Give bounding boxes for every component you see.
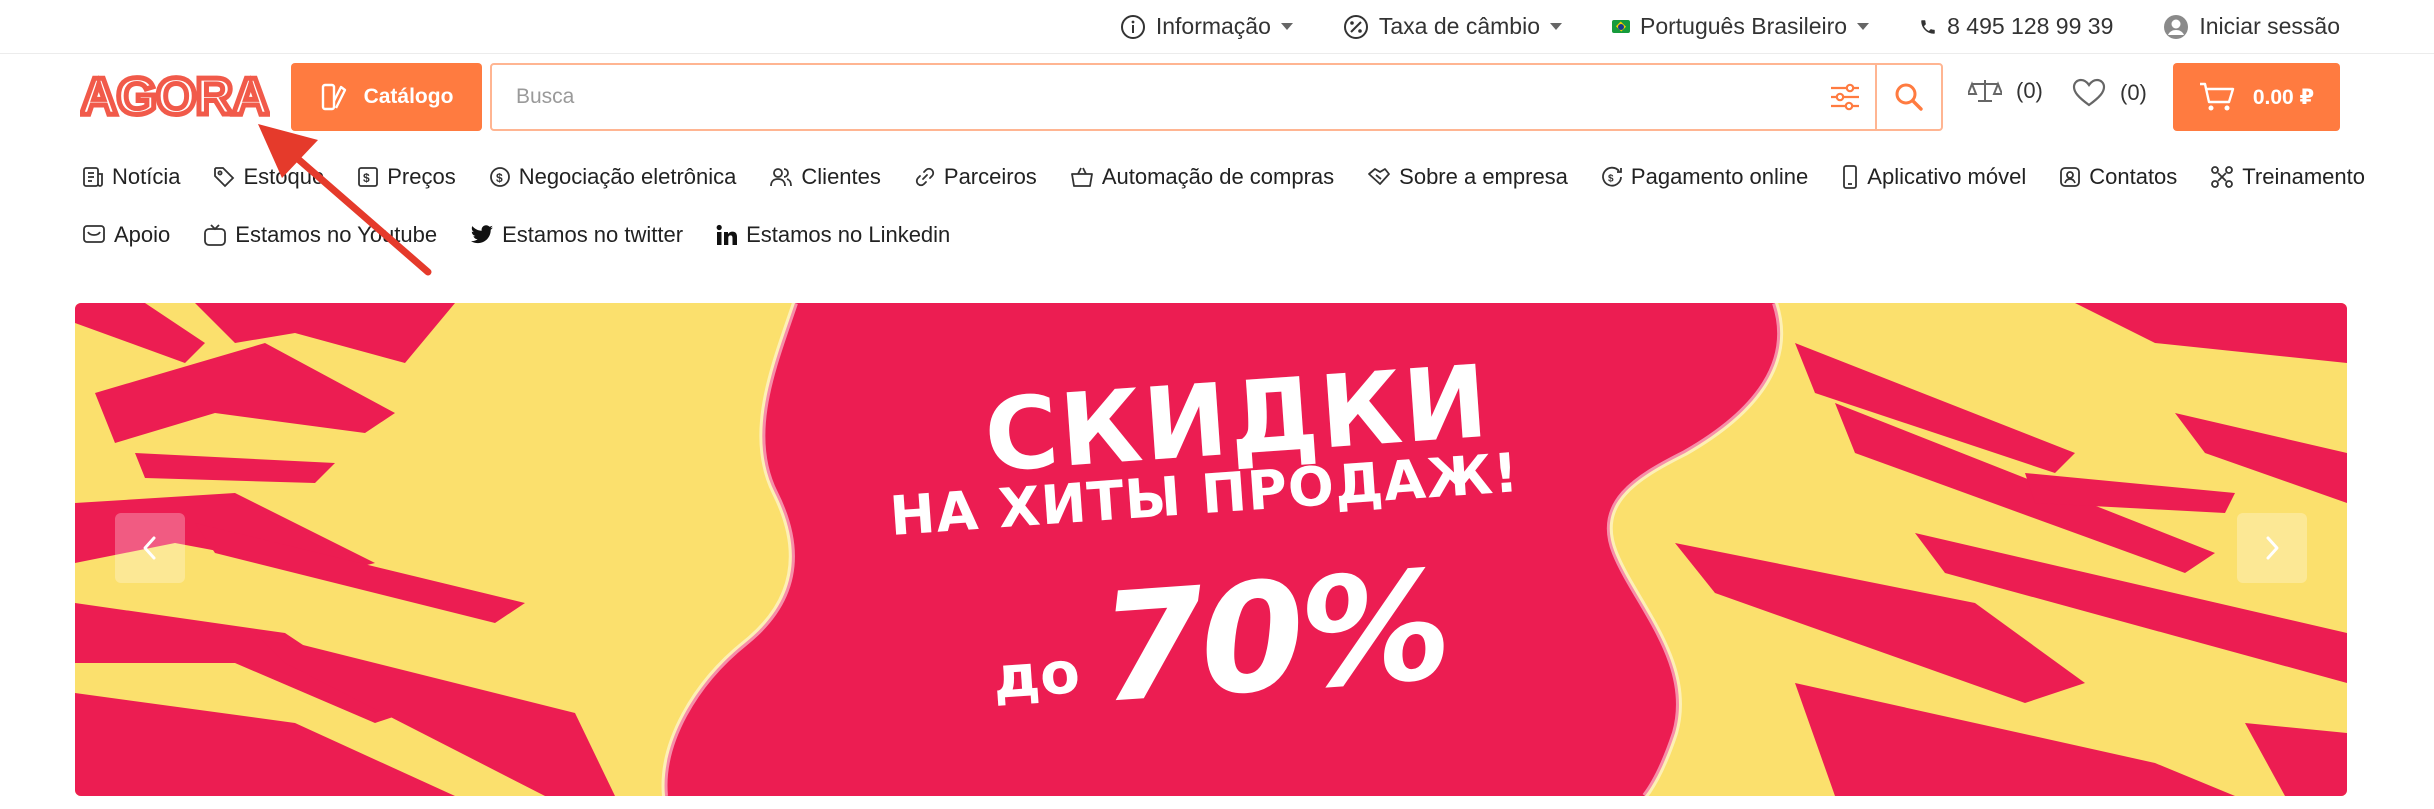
chevron-left-icon <box>143 536 156 560</box>
heart-icon <box>2072 78 2106 107</box>
catalog-button[interactable]: Catálogo <box>291 63 482 131</box>
search-bar <box>490 63 1943 131</box>
catalog-icon <box>321 83 346 111</box>
handshake-icon <box>1368 168 1391 185</box>
language-label: Português Brasileiro <box>1639 13 1848 39</box>
nav-item-negociacao[interactable]: $ Negociação eletrônica <box>489 164 737 190</box>
nav-item-treinamento[interactable]: Treinamento <box>2210 164 2365 190</box>
compare-count: (0) <box>2016 78 2043 103</box>
filter-button[interactable] <box>1815 65 1875 129</box>
chevron-right-icon <box>2266 536 2279 560</box>
logo-text: AGORA <box>80 68 269 124</box>
nav-label: Notícia <box>112 164 181 189</box>
mobile-icon <box>1843 165 1858 189</box>
login-label: Iniciar sessão <box>2199 13 2340 39</box>
nav-item-automacao[interactable]: Automação de compras <box>1070 164 1334 190</box>
search-icon <box>1895 83 1923 111</box>
cart-total: 0.00 ₽ <box>2252 85 2315 109</box>
search-button[interactable] <box>1875 65 1941 129</box>
nav-label: Aplicativo móvel <box>1867 164 2027 189</box>
promo-banner[interactable]: СКИДКИ НА ХИТЫ ПРОДАЖ! до 70% <box>75 303 2347 796</box>
favorites-link[interactable]: (0) <box>2072 78 2147 108</box>
top-bar: Informação Taxa de câmbio Português Bras… <box>0 0 2434 54</box>
contact-icon <box>2060 167 2081 187</box>
chevron-down-icon <box>1280 23 1293 30</box>
exchange-rate-menu[interactable]: Taxa de câmbio <box>1343 13 1562 40</box>
nav-item-twitter[interactable]: Estamos no twitter <box>470 222 683 248</box>
training-icon <box>2211 166 2234 188</box>
nav-item-apoio[interactable]: Apoio <box>82 222 170 248</box>
nav-item-estoque[interactable]: Estoque <box>213 164 324 190</box>
nav-label: Estamos no Youtube <box>235 222 438 247</box>
price-list-icon: $ <box>358 167 379 187</box>
cart-icon <box>2199 82 2235 111</box>
nav-label: Estamos no twitter <box>502 222 684 247</box>
nav-label: Contatos <box>2089 164 2178 189</box>
coin-icon: $ <box>489 167 510 187</box>
nav-label: Parceiros <box>943 164 1037 189</box>
cart-button[interactable]: 0.00 ₽ <box>2173 63 2340 131</box>
nav-label: Clientes <box>801 164 881 189</box>
nav-item-youtube[interactable]: Estamos no Youtube <box>203 222 437 248</box>
nav-label: Preços <box>387 164 456 189</box>
phone-number: 8 495 128 99 39 <box>1947 13 2114 39</box>
chevron-down-icon <box>1857 23 1870 30</box>
compare-link[interactable]: (0) <box>1968 78 2043 104</box>
secondary-nav: Apoio Estamos no Youtube Estamos no twit… <box>82 220 2382 250</box>
nav-item-pagamento[interactable]: $ Pagamento online <box>1601 164 1808 190</box>
phone-icon <box>1921 19 1935 34</box>
nav-label: Pagamento online <box>1630 164 1809 189</box>
percent-icon <box>1343 14 1368 39</box>
twitter-icon <box>471 225 494 244</box>
users-icon <box>770 168 793 187</box>
basket-icon <box>1070 167 1093 187</box>
banner-background <box>75 303 2347 796</box>
nav-label: Estoque <box>243 164 325 189</box>
exchange-rate-label: Taxa de câmbio <box>1378 13 1540 39</box>
link-icon <box>915 167 935 187</box>
favorites-count: (0) <box>2120 80 2147 105</box>
tag-icon <box>214 167 235 188</box>
tv-icon <box>204 224 227 246</box>
sliders-icon <box>1831 83 1859 111</box>
nav-item-linkedin[interactable]: Estamos no Linkedin <box>716 222 950 248</box>
catalog-label: Catálogo <box>363 85 454 108</box>
search-input[interactable] <box>492 65 1815 129</box>
nav-item-clientes[interactable]: Clientes <box>769 164 881 190</box>
language-menu[interactable]: Português Brasileiro <box>1611 13 1870 40</box>
news-icon <box>83 167 103 187</box>
nav-label: Treinamento <box>2242 164 2365 189</box>
nav-label: Negociação eletrônica <box>518 164 737 189</box>
info-menu[interactable]: Informação <box>1120 13 1293 40</box>
nav-item-precos[interactable]: $ Preços <box>357 164 456 190</box>
brazil-flag-icon <box>1611 20 1630 33</box>
nav-label: Automação de compras <box>1101 164 1335 189</box>
support-icon <box>83 225 105 243</box>
nav-item-noticia[interactable]: Notícia <box>82 164 180 190</box>
nav-label: Apoio <box>114 222 171 247</box>
svg-text:$: $ <box>496 171 503 185</box>
login-link[interactable]: Iniciar sessão <box>2163 13 2340 40</box>
scales-icon <box>1968 80 2002 102</box>
nav-label: Estamos no Linkedin <box>746 222 951 247</box>
nav-item-contatos[interactable]: Contatos <box>2059 164 2177 190</box>
linkedin-icon <box>716 224 738 245</box>
banner-prev-button[interactable] <box>115 513 185 583</box>
agora-logo[interactable]: AGORA <box>78 66 273 129</box>
nav-item-aplicativo[interactable]: Aplicativo móvel <box>1841 164 2026 190</box>
info-icon <box>1120 14 1145 39</box>
nav-label: Sobre a empresa <box>1399 164 1568 189</box>
phone-link[interactable]: 8 495 128 99 39 <box>1919 13 2113 40</box>
payment-icon: $ <box>1602 166 1622 187</box>
nav-item-sobre[interactable]: Sobre a empresa <box>1367 164 1568 190</box>
nav-item-parceiros[interactable]: Parceiros <box>914 164 1037 190</box>
main-nav: Notícia Estoque $ Preços $ Negociação el… <box>82 162 2382 192</box>
user-icon <box>2164 14 2189 39</box>
chevron-down-icon <box>1549 23 1562 30</box>
svg-text:$: $ <box>363 171 370 185</box>
svg-text:$: $ <box>1608 174 1614 185</box>
info-label: Informação <box>1155 13 1271 39</box>
banner-next-button[interactable] <box>2237 513 2307 583</box>
